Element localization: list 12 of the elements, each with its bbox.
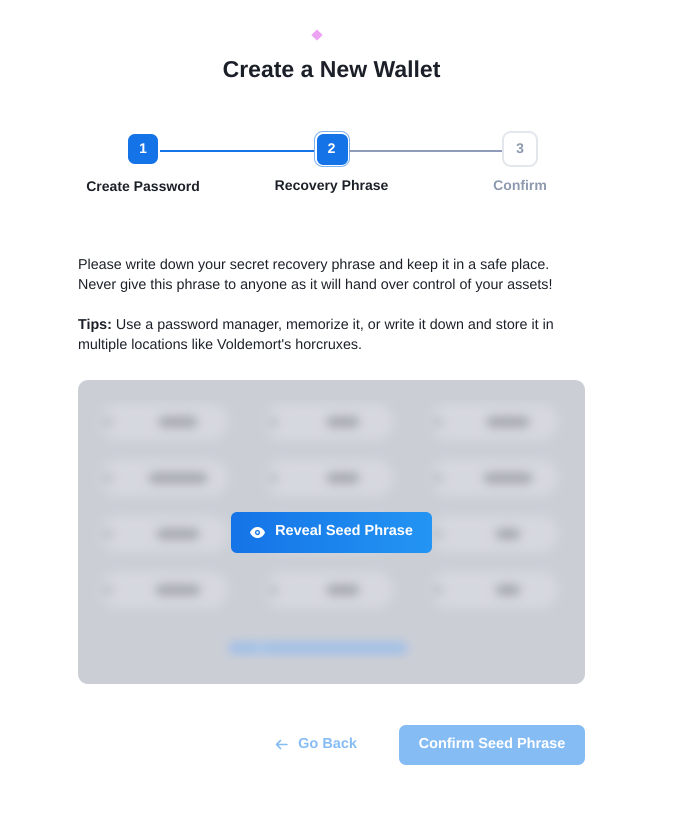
step-label: Create Password xyxy=(86,176,200,196)
step-label: Confirm xyxy=(493,176,547,195)
page-title: Create a New Wallet xyxy=(222,56,442,84)
step-number: 1 xyxy=(128,134,158,164)
eye-icon xyxy=(250,526,266,538)
step-label: Recovery Phrase xyxy=(274,176,388,195)
step-number: 3 xyxy=(502,130,538,167)
step-number: 2 xyxy=(314,130,350,167)
reveal-seed-phrase-button[interactable]: Reveal Seed Phrase xyxy=(231,512,432,553)
arrow-left-icon xyxy=(275,739,288,750)
instruction-text: Please write down your secret recovery phrase and keep it in a safe place. Never give this phrase to anyone as it will hand over control of your assets! xyxy=(78,256,554,295)
tips-text: Tips: Use a password manager, memorize it, or write it down and store it in multiple locations like Voldemort's horcruxes. xyxy=(78,316,555,355)
